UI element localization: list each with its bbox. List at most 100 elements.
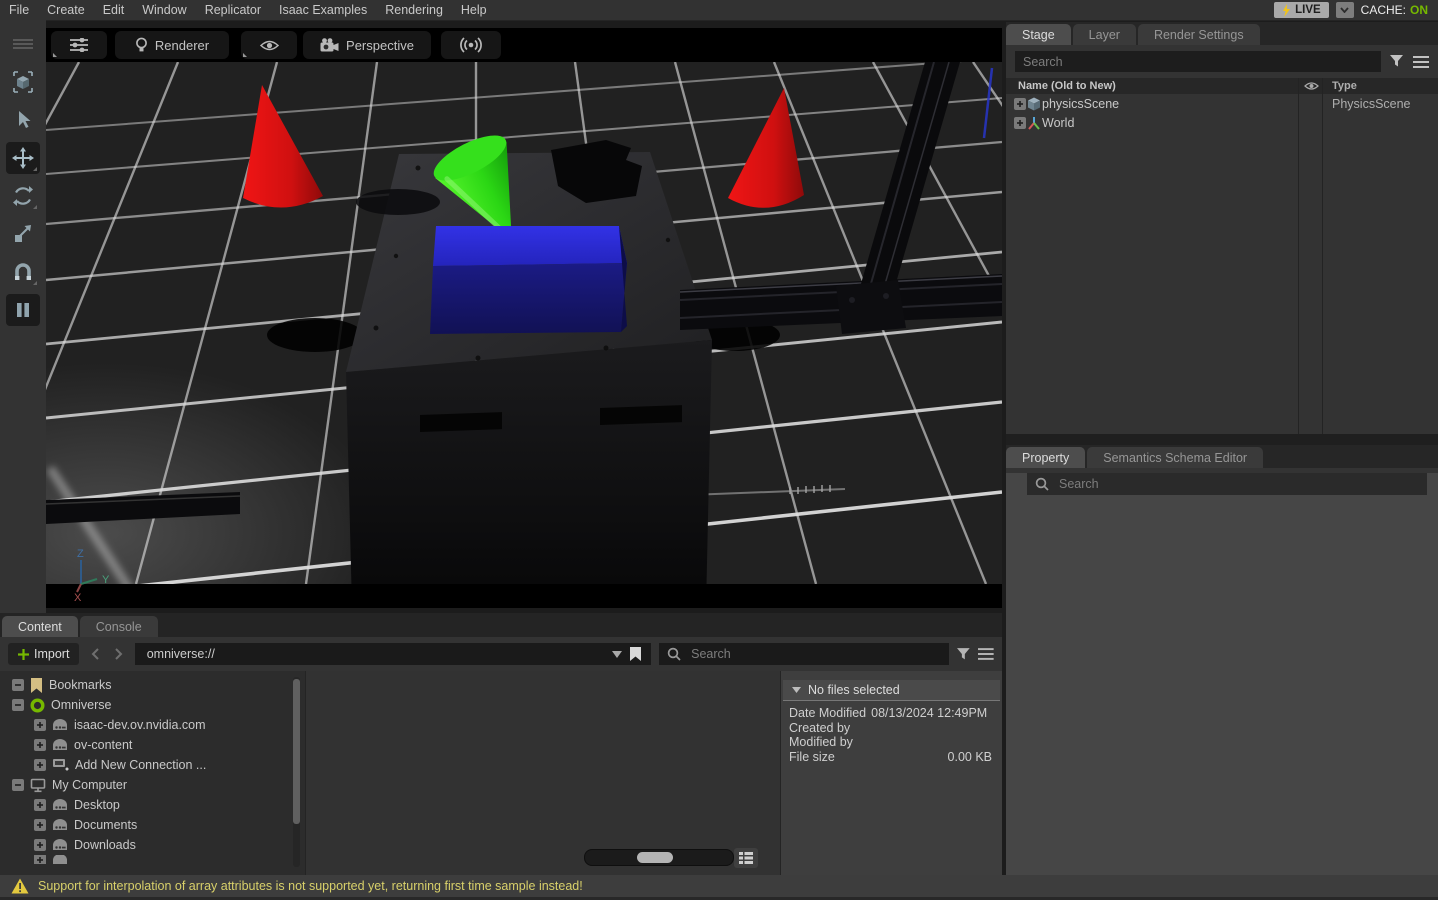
import-button[interactable]: Import [8,643,79,665]
drive-icon [52,838,68,852]
tab-stage[interactable]: Stage [1006,24,1071,45]
expand-icon[interactable] [34,799,46,811]
tree-item-isaac-dev[interactable]: isaac-dev.ov.nvidia.com [0,715,305,735]
tree-item-label: Omniverse [51,698,111,712]
back-button[interactable] [87,643,103,665]
details-header[interactable]: No files selected [783,680,1000,701]
expand-icon[interactable] [34,855,46,864]
path-bar[interactable] [135,643,651,665]
chevron-left-icon [91,648,99,660]
live-button[interactable]: LIVE [1274,2,1329,18]
menu-window[interactable]: Window [133,3,195,17]
green-cone-shadow [356,189,440,215]
renderer-button[interactable]: Renderer [115,31,229,59]
menu-file[interactable]: File [0,3,38,17]
menu-rendering[interactable]: Rendering [376,3,452,17]
stage-search-input[interactable] [1015,51,1381,72]
panel-divider[interactable] [1006,434,1438,445]
move-tool-button[interactable] [6,142,40,174]
tree-item-desktop[interactable]: Desktop [0,795,305,815]
tab-property[interactable]: Property [1006,447,1085,468]
snap-tool-button[interactable] [6,256,40,288]
path-input[interactable] [145,646,604,662]
tree-item-my-computer[interactable]: My Computer [0,775,305,795]
drive-icon [52,818,68,832]
menu-isaac-examples[interactable]: Isaac Examples [270,3,376,17]
content-search-input[interactable] [689,646,941,662]
stage-row-physics-scene[interactable]: physicsScene PhysicsScene [1006,94,1438,113]
expand-icon[interactable] [1014,117,1026,129]
tab-layer[interactable]: Layer [1073,24,1136,45]
broadcast-button[interactable] [441,31,501,59]
collapse-icon[interactable] [12,779,24,791]
tree-item-downloads[interactable]: Downloads [0,835,305,855]
expand-icon[interactable] [1014,98,1026,110]
cache-status: ON [1410,3,1428,17]
camera-label: Perspective [346,38,414,53]
server-icon [52,718,68,732]
cursor-icon [13,110,33,130]
slider-handle[interactable] [637,852,673,863]
tree-item-ov-content[interactable]: ov-content [0,735,305,755]
content-tab-bar: Content Console [0,613,1002,637]
toolbar-drag-handle[interactable] [6,28,40,60]
expand-icon[interactable] [34,819,46,831]
rotate-tool-button[interactable] [6,180,40,212]
path-dropdown-icon[interactable] [612,651,622,658]
drive-icon [52,855,68,864]
visibility-button[interactable] [241,31,297,59]
server-icon [52,738,68,752]
grip-lines-icon [13,39,33,49]
y-axis-label: Y [102,574,110,586]
expand-icon[interactable] [34,759,46,771]
select-mode-button[interactable] [6,66,40,98]
filter-icon[interactable] [1390,55,1404,68]
tree-item-documents[interactable]: Documents [0,815,305,835]
select-tool-button[interactable] [6,104,40,136]
tree-item-clipped[interactable] [0,855,305,864]
expand-icon[interactable] [34,839,46,851]
forward-button[interactable] [111,643,127,665]
tree-item-add-new-connection[interactable]: Add New Connection ... [0,755,305,775]
menu-replicator[interactable]: Replicator [196,3,270,17]
scale-tool-button[interactable] [6,218,40,250]
tab-render-settings[interactable]: Render Settings [1138,24,1260,45]
menu-help[interactable]: Help [452,3,496,17]
detail-file-size: File size 0.00 KB [789,750,992,765]
live-dropdown-button[interactable] [1336,2,1354,18]
monitor-add-icon [52,758,69,772]
expand-icon[interactable] [34,739,46,751]
cache-label: CACHE: [1361,3,1406,17]
menu-edit[interactable]: Edit [94,3,134,17]
tab-console[interactable]: Console [80,616,158,637]
filter-icon[interactable] [957,648,971,661]
viewport-3d[interactable]: Z Y X Renderer [46,28,1002,608]
name-column-header[interactable]: Name (Old to New) [1006,80,1116,92]
file-grid-pane[interactable] [305,671,780,875]
tree-item-bookmarks[interactable]: Bookmarks [0,675,305,695]
content-body: Bookmarks Omniverse isaac-dev.ov.nvidia.… [0,671,1002,875]
viewport-settings-button[interactable] [51,31,107,59]
collapse-icon[interactable] [12,699,24,711]
tree-item-label: Downloads [74,838,136,852]
stage-options-icon[interactable] [1413,56,1429,68]
menu-create[interactable]: Create [38,3,94,17]
stage-row-world[interactable]: World [1006,113,1438,132]
pause-button[interactable] [6,294,40,326]
thumbnail-size-slider[interactable] [584,849,734,866]
tab-semantics-schema-editor[interactable]: Semantics Schema Editor [1087,447,1263,468]
tree-scrollbar-thumb[interactable] [293,679,300,824]
tab-content[interactable]: Content [2,616,78,637]
camera-button[interactable]: Perspective [303,31,431,59]
property-search-input[interactable] [1057,476,1419,492]
bookmark-icon[interactable] [630,647,641,661]
tree-scrollbar[interactable] [293,677,300,867]
tree-item-label: My Computer [52,778,127,792]
expand-icon[interactable] [34,719,46,731]
tree-item-omniverse[interactable]: Omniverse [0,695,305,715]
tab-console-label: Console [96,620,142,634]
collapse-icon[interactable] [12,679,24,691]
view-mode-button[interactable] [734,848,758,868]
content-options-icon[interactable] [978,648,994,660]
type-column-header[interactable]: Type [1332,80,1357,92]
